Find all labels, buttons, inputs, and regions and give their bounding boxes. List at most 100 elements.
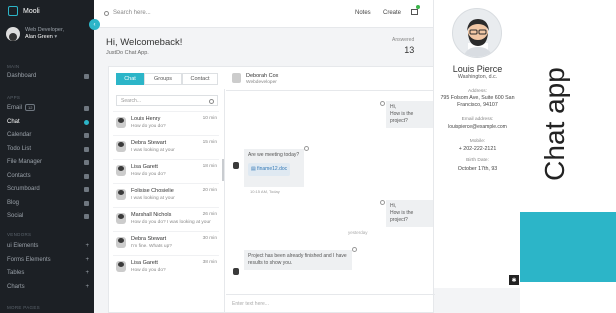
sidebar-item-scrumboard[interactable]: Scrumboard [7,184,89,194]
contact-profile-panel: Louis Pierce Washington, d.c. Address: 7… [433,0,520,288]
contact-row[interactable]: Folisise Chosielie I was looking at your 2… [113,183,219,207]
tab-groups[interactable]: Groups [144,73,182,85]
welcome-block: Hi, Welcomeback! JustDo Chat App. [106,37,182,56]
envelope-icon [84,105,89,111]
active-contact-role: Webdeveloper [246,80,277,85]
close-profile-button[interactable]: ✱ [509,275,519,285]
gear-icon[interactable] [304,146,309,151]
sidebar-item-dashboard[interactable]: Dashboard [7,71,89,81]
email-value[interactable]: louispierce@example.com [434,124,521,131]
contact-list-scrollbar[interactable] [222,159,224,181]
bearded-man-illustration [463,19,493,57]
avatar [233,268,239,275]
user-profile[interactable]: Web Developer, Alan Green ▾ [6,27,64,41]
tab-contact[interactable]: Contact [182,73,218,85]
avatar [116,237,126,248]
sidebar-item-blog[interactable]: Blog [7,198,89,208]
avatar [116,141,126,152]
user-name: Alan Green [25,34,53,40]
logo-icon [8,6,18,16]
date-divider: yesterday [348,230,368,235]
sidebar: Mooli Web Developer, Alan Green ▾ MAIN Da… [0,0,94,313]
create-link[interactable]: Create [383,10,401,16]
section-main: MAIN [7,64,20,69]
header-search[interactable]: Search here... [104,10,151,16]
contact-row[interactable]: Marshall Nichols How do you do? I was loo… [113,207,219,231]
plus-icon: + [85,243,89,249]
contact-row[interactable]: Lisa Garett How do you do? 38 min [113,255,219,279]
message-time: 10:15 AM, Today [250,189,280,194]
contact-search-input[interactable]: Search... [116,95,218,106]
chat-icon [84,119,89,125]
sidebar-item-file-manager[interactable]: File Manager [7,157,89,167]
contact-row[interactable]: Lisa Garett How do you do? 18 min [113,159,219,183]
contacts-icon [84,173,89,179]
gear-icon[interactable] [380,200,385,205]
avatar [116,117,126,128]
chat-panel: Chat Groups Contact Search... Louis Henr… [108,66,435,313]
gear-icon[interactable] [352,247,357,252]
section-vendors: VENDORS [7,232,32,237]
active-contact-name: Deborah Cox [246,73,279,79]
top-header: Search here... Notes Create [94,0,434,28]
email-label: Email address: [461,117,494,122]
contact-row[interactable]: Louis Henry How do you do? 10 min [113,111,219,135]
app-logo[interactable]: Mooli [8,6,40,16]
profile-name: Louis Pierce [452,64,503,74]
contact-list: Search... Louis Henry How do you do? 10 mi… [109,89,225,313]
birth-value: October 17th, 93 [457,166,498,172]
sidebar-item-todo[interactable]: Todo List [7,144,89,154]
avatar [232,73,241,83]
answered-stat: Answered 13 [392,37,415,55]
chevron-left-icon: ‹ [93,21,96,28]
section-apps: APPS [7,95,21,100]
contact-row[interactable]: Debra Stewart I was looking at your 15 min [113,135,219,159]
sidebar-item-charts[interactable]: Charts + [7,282,89,292]
sidebar-item-tables[interactable]: Tables + [7,268,89,278]
sidebar-item-calendar[interactable]: Calendar [7,130,89,140]
notes-link[interactable]: Notes [355,10,371,16]
avatar [233,162,239,169]
avatar [116,165,126,176]
dashboard-icon [84,73,89,79]
notification-dot [416,5,420,9]
gear-icon[interactable] [380,101,385,106]
page-title: Hi, Welcomeback! [106,37,183,48]
inbox-icon[interactable] [411,9,418,15]
sidebar-item-chat[interactable]: Chat [7,117,89,127]
address-label: Address: [468,89,487,94]
folder-icon [84,159,89,165]
brand-accent-bar [520,212,616,282]
sidebar-item-contacts[interactable]: Contacts [7,171,89,181]
mobile-value: + 202-222-2121 [458,146,497,152]
conversation: Deborah Cox Webdeveloper Hi, How is the … [226,67,435,313]
gear-icon: ✱ [511,277,517,284]
conversation-header: Deborah Cox Webdeveloper [226,67,435,91]
social-icon [84,213,89,219]
birth-label: Birth Date: [466,158,489,163]
message-outgoing: Project has been already finished and I … [244,250,352,270]
message-outgoing: Are we meeting today? ▤ finame12.doc [244,149,304,187]
search-icon [104,10,109,16]
profile-avatar [452,8,502,58]
sidebar-item-ui-elements[interactable]: ui Elements + [7,241,89,251]
message-input[interactable]: Enter text here... [226,294,435,313]
sidebar-item-email[interactable]: Email 12 [7,103,89,113]
plus-icon: + [85,270,89,276]
email-badge: 12 [25,104,36,111]
blog-icon [84,200,89,206]
page-subtitle: JustDo Chat App. [106,50,149,56]
mobile-label: Mobile: [469,139,486,144]
avatar [116,261,126,272]
file-attachment[interactable]: ▤ finame12.doc [248,163,291,176]
message-incoming: Hi, How is the project? [386,101,434,128]
address-value: 795 Folsom Ave, Suite 600 San Francisco,… [440,95,515,108]
sidebar-item-forms[interactable]: Forms Elements + [7,255,89,265]
user-role: Web Developer, [25,27,65,33]
section-more-pages: MORE PAGES [7,305,40,310]
sidebar-item-social[interactable]: Social [7,211,89,221]
tab-chat[interactable]: Chat [116,73,144,85]
contact-row[interactable]: Debra Stewart I'm fine. Whats up? 30 min [113,231,219,255]
sidebar-toggle-button[interactable]: ‹ [89,19,100,30]
search-icon [209,99,214,104]
